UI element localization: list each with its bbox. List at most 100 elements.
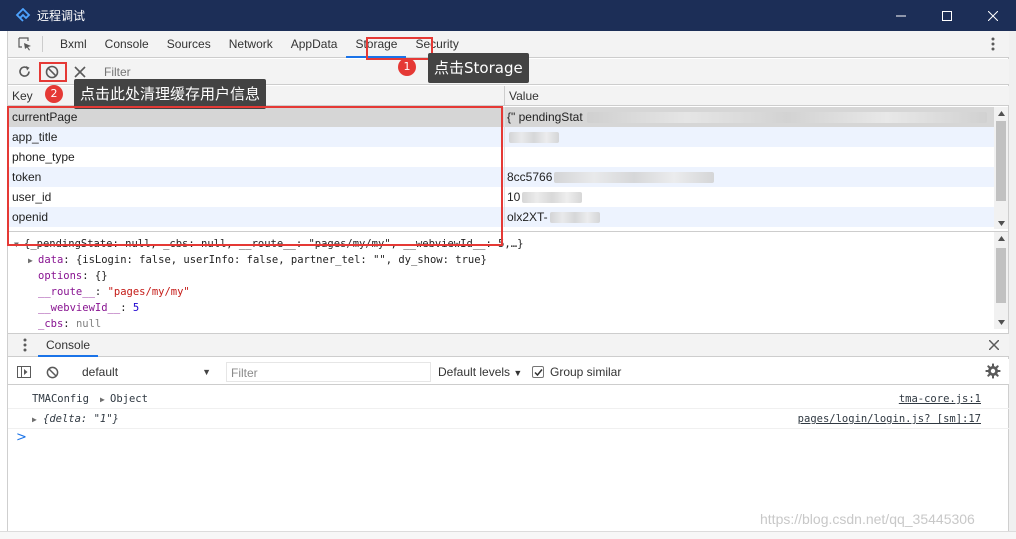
kebab-menu-icon [23, 338, 27, 352]
dropdown-caret-icon: ▼ [202, 367, 211, 377]
scroll-down-arrow[interactable] [994, 316, 1008, 328]
storage-rows-highlight [7, 106, 503, 246]
drawer-tabbar: Console [8, 333, 1009, 357]
preview-webview-value: 5 [132, 302, 140, 314]
preview-route-value: "pages/my/my" [107, 286, 190, 298]
row-value [505, 127, 995, 147]
console-prompt[interactable]: > [16, 430, 27, 445]
preview-route-key: __route__ [38, 286, 95, 298]
preview-cbs-line: _cbs: null [38, 318, 102, 330]
row-value: 10 [505, 187, 995, 207]
row-value-text: olx2XT- [507, 210, 548, 224]
preview-options-value: {} [94, 270, 108, 282]
group-similar-toggle[interactable]: Group similar [532, 362, 621, 382]
console-message[interactable]: TMAConfig ▶ Object tma-core.js:1 [8, 389, 1009, 409]
redacted-blur [522, 192, 583, 204]
preview-options-key: options [38, 270, 83, 282]
watermark: https://blog.csdn.net/qq_35445306 [760, 511, 975, 527]
preview-data-value: {isLogin: false, userInfo: false, partne… [75, 254, 487, 266]
minimize-icon [896, 15, 906, 16]
log-levels-dropdown[interactable]: Default levels ▼ [438, 362, 522, 382]
tab-sources[interactable]: Sources [158, 31, 220, 58]
more-options-button[interactable] [985, 36, 1001, 52]
maximize-button[interactable] [924, 0, 970, 31]
console-toolbar: default ▼ Filter Default levels ▼ Group … [8, 359, 1009, 385]
scroll-up-arrow[interactable] [994, 107, 1008, 119]
expand-triangle-icon: ▶ [32, 415, 37, 424]
sidebar-toggle-icon [17, 366, 31, 378]
close-window-button[interactable] [970, 0, 1016, 31]
show-sidebar-button[interactable] [16, 364, 32, 380]
row-value: 8cc5766 [505, 167, 995, 187]
scroll-down-arrow[interactable] [994, 217, 1008, 229]
console-filter-input[interactable]: Filter [226, 362, 431, 382]
app-logo-icon [15, 7, 31, 22]
step-badge-1: 1 [398, 58, 416, 76]
arrow-up-icon [997, 110, 1005, 116]
callout-step-1: 点击Storage [428, 53, 529, 83]
redacted-blur [549, 212, 600, 224]
tab-console[interactable]: Console [96, 31, 158, 58]
drawer-tab-console[interactable]: Console [38, 334, 99, 357]
callout-step-2: 点击此处清理缓存用户信息 [74, 79, 267, 109]
title-bar: 远程调试 [0, 0, 1016, 31]
inspect-element-button[interactable] [12, 31, 38, 58]
preview-cbs-key: _cbs [38, 318, 64, 330]
preview-webview-line: __webviewId__: 5 [38, 302, 140, 314]
arrow-up-icon [997, 235, 1005, 241]
status-strip [0, 531, 1016, 539]
scroll-up-arrow[interactable] [994, 232, 1008, 244]
window-title: 远程调试 [37, 9, 86, 23]
collapse-triangle-icon: ▶ [28, 256, 33, 265]
minimize-button[interactable] [878, 0, 924, 31]
group-similar-label: Group similar [550, 365, 622, 379]
close-icon [989, 340, 999, 350]
maximize-icon [942, 10, 952, 21]
preview-options-line: options: {} [38, 270, 108, 282]
message-object: Object [110, 393, 148, 405]
redacted-blur [554, 172, 715, 184]
close-drawer-button[interactable] [987, 338, 1001, 352]
clear-console-button[interactable] [44, 364, 60, 380]
scroll-thumb[interactable] [996, 121, 1006, 201]
row-value-text: 10 [507, 190, 521, 204]
arrow-down-icon [997, 220, 1005, 226]
tab-bxml[interactable]: Bxml [51, 31, 96, 58]
refresh-icon [18, 66, 30, 77]
window-edge [1009, 31, 1016, 531]
grid-scrollbar[interactable] [994, 107, 1008, 229]
storage-tab-highlight [366, 37, 433, 60]
context-value: default [82, 365, 119, 379]
x-icon [74, 65, 86, 78]
message-source-link[interactable]: tma-core.js:1 [899, 389, 981, 409]
refresh-button[interactable] [12, 60, 36, 84]
message-label: TMAConfig [32, 393, 89, 405]
row-value [505, 147, 995, 167]
dropdown-caret-icon: ▼ [513, 368, 523, 378]
message-source-link[interactable]: pages/login/login.js? [sm]:17 [798, 409, 981, 429]
gear-icon [985, 363, 1001, 379]
kebab-menu-icon [991, 37, 995, 51]
group-similar-checkbox[interactable] [532, 366, 544, 378]
tab-appdata[interactable]: AppData [282, 31, 347, 58]
block-icon [46, 366, 58, 378]
arrow-down-icon [997, 319, 1005, 325]
expand-triangle-icon: ▶ [100, 395, 105, 404]
value-column-header[interactable]: Value [505, 86, 995, 106]
preview-scrollbar[interactable] [994, 232, 1008, 329]
step-badge-2: 2 [45, 85, 63, 103]
log-levels-label: Default levels [438, 365, 511, 379]
row-value: {" pendingStat [505, 107, 995, 127]
context-selector[interactable]: default ▼ [78, 362, 213, 382]
tab-separator [42, 36, 43, 52]
console-settings-button[interactable] [985, 363, 1001, 379]
console-message[interactable]: ▶ {delta: "1"} pages/login/login.js? [sm… [8, 409, 1009, 429]
row-value-text: {" pendingStat [507, 110, 583, 124]
close-icon [988, 10, 998, 21]
message-object: {delta: "1"} [43, 413, 119, 425]
preview-data-line[interactable]: ▶ data: {isLogin: false, userInfo: false,… [28, 252, 487, 268]
scroll-thumb[interactable] [996, 248, 1006, 303]
console-messages: TMAConfig ▶ Object tma-core.js:1 ▶ {delt… [8, 386, 1009, 531]
tab-network[interactable]: Network [220, 31, 282, 58]
drawer-menu-button[interactable] [18, 338, 32, 352]
